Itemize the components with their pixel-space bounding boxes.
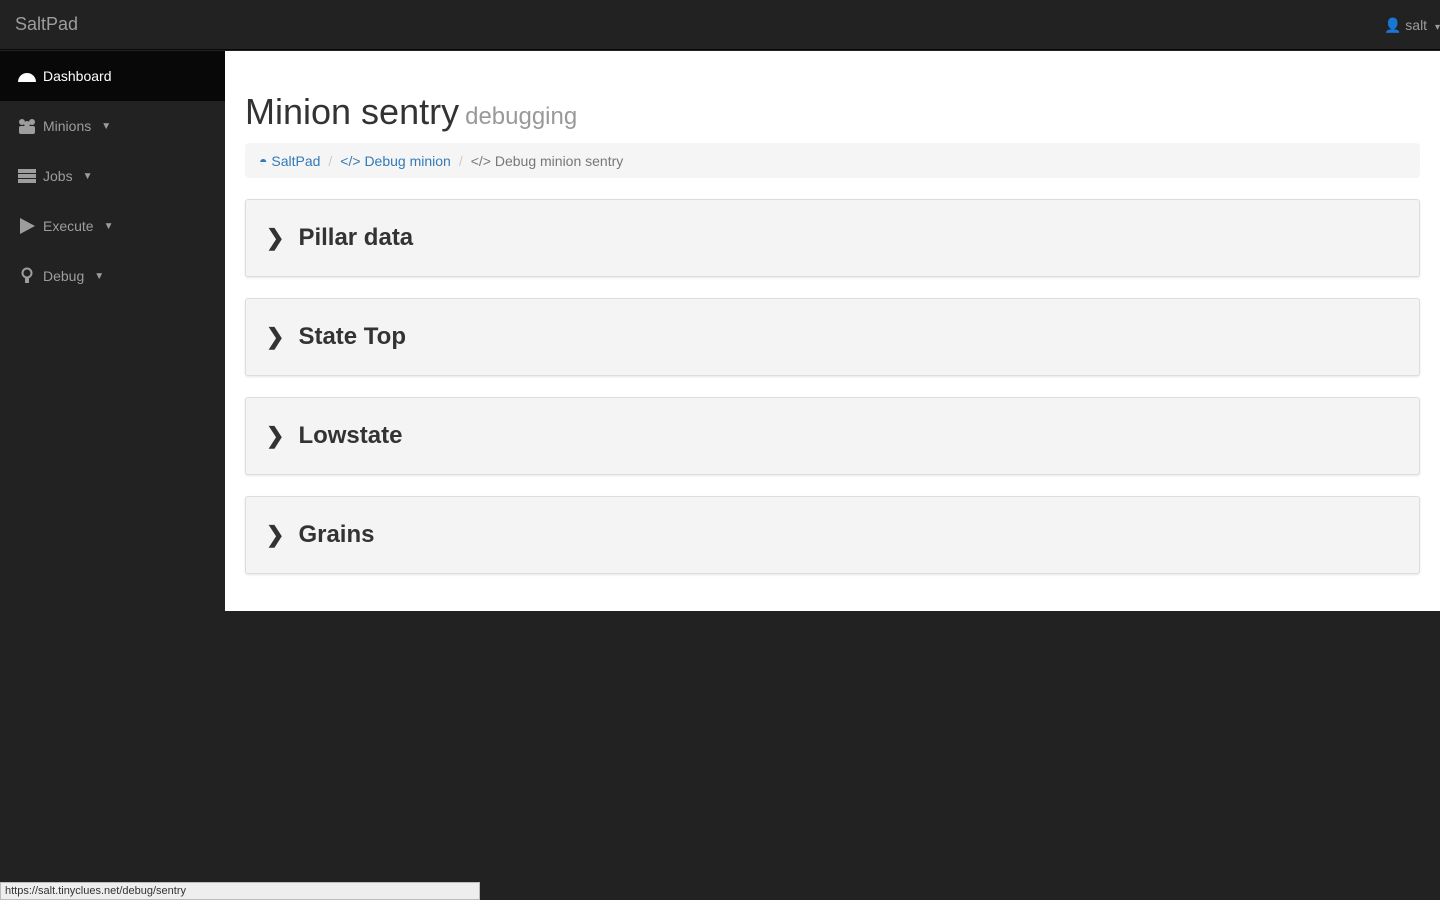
caret-icon: ▼ <box>82 170 93 182</box>
breadcrumb-current: </> Debug minion sentry <box>471 153 624 169</box>
caret-icon: ▼ <box>101 120 112 132</box>
breadcrumb-separator: / <box>328 152 333 169</box>
breadcrumb-label: SaltPad <box>271 152 321 169</box>
page-subtitle: debugging <box>465 103 578 130</box>
chevron-right-icon: ❯ <box>266 324 285 349</box>
code-icon: </> <box>470 152 491 169</box>
title-text: Minion sentry <box>245 91 460 132</box>
panel-title: Lowstate <box>298 422 403 449</box>
brand-link[interactable]: SaltPad <box>15 14 78 35</box>
dashboard-icon <box>18 73 36 82</box>
sidebar-item-label: Dashboard <box>43 68 112 84</box>
dashboard-icon: ◓ <box>259 152 268 169</box>
chevron-right-icon: ❯ <box>266 225 285 250</box>
user-menu[interactable]: 👤 salt ▾ <box>1384 17 1440 34</box>
panel-lowstate[interactable]: ❯ Lowstate <box>245 397 1420 475</box>
caret-icon: ▼ <box>103 220 114 232</box>
breadcrumb-label: Debug minion sentry <box>494 152 624 169</box>
sidebar-item-minions[interactable]: Minions ▼ <box>0 101 225 151</box>
tasks-icon <box>18 169 36 183</box>
sidebar-item-dashboard[interactable]: Dashboard <box>0 51 225 101</box>
caret-icon: ▼ <box>94 270 105 282</box>
user-icon: 👤 <box>1383 17 1402 33</box>
panel-title: State Top <box>298 323 406 350</box>
breadcrumb-saltpad[interactable]: ◓ SaltPad <box>259 153 320 169</box>
chevron-right-icon: ❯ <box>266 423 285 448</box>
sidebar-item-execute[interactable]: Execute ▼ <box>0 201 225 251</box>
user-name: salt <box>1405 17 1428 33</box>
sidebar-item-label: Execute <box>43 218 94 234</box>
sidebar-item-jobs[interactable]: Jobs ▼ <box>0 151 225 201</box>
sidebar-item-label: Minions <box>43 118 92 134</box>
panel-state-top[interactable]: ❯ State Top <box>245 298 1420 376</box>
panel-grains[interactable]: ❯ Grains <box>245 496 1420 574</box>
sidebar-item-label: Debug <box>43 268 85 284</box>
sidebar-item-debug[interactable]: Debug ▼ <box>0 251 225 301</box>
breadcrumb-label: Debug minion <box>364 152 451 169</box>
play-icon <box>20 218 35 234</box>
breadcrumb: ◓ SaltPad / </> Debug minion / </> Debug… <box>245 143 1420 178</box>
lightbulb-icon <box>21 267 33 283</box>
navbar: SaltPad 👤 salt ▾ <box>0 0 1440 50</box>
main-content: Minion sentry debugging ◓ SaltPad / </> D… <box>225 51 1440 611</box>
status-bar-url: https://salt.tinyclues.net/debug/sentry <box>0 882 480 900</box>
chevron-right-icon: ❯ <box>266 522 285 547</box>
users-icon <box>19 119 35 134</box>
sidebar-item-label: Jobs <box>43 168 73 184</box>
breadcrumb-debug-minion[interactable]: </> Debug minion <box>340 153 451 169</box>
panel-title: Grains <box>298 521 375 548</box>
caret-icon: ▾ <box>1434 22 1440 33</box>
code-icon: </> <box>340 152 361 169</box>
page-title: Minion sentry debugging <box>245 91 1420 133</box>
panel-title: Pillar data <box>298 224 414 251</box>
breadcrumb-separator: / <box>458 152 463 169</box>
sidebar: Dashboard Minions ▼ Jobs ▼ Execute ▼ Debug ▼ <box>0 51 225 301</box>
panel-pillar-data[interactable]: ❯ Pillar data <box>245 199 1420 277</box>
